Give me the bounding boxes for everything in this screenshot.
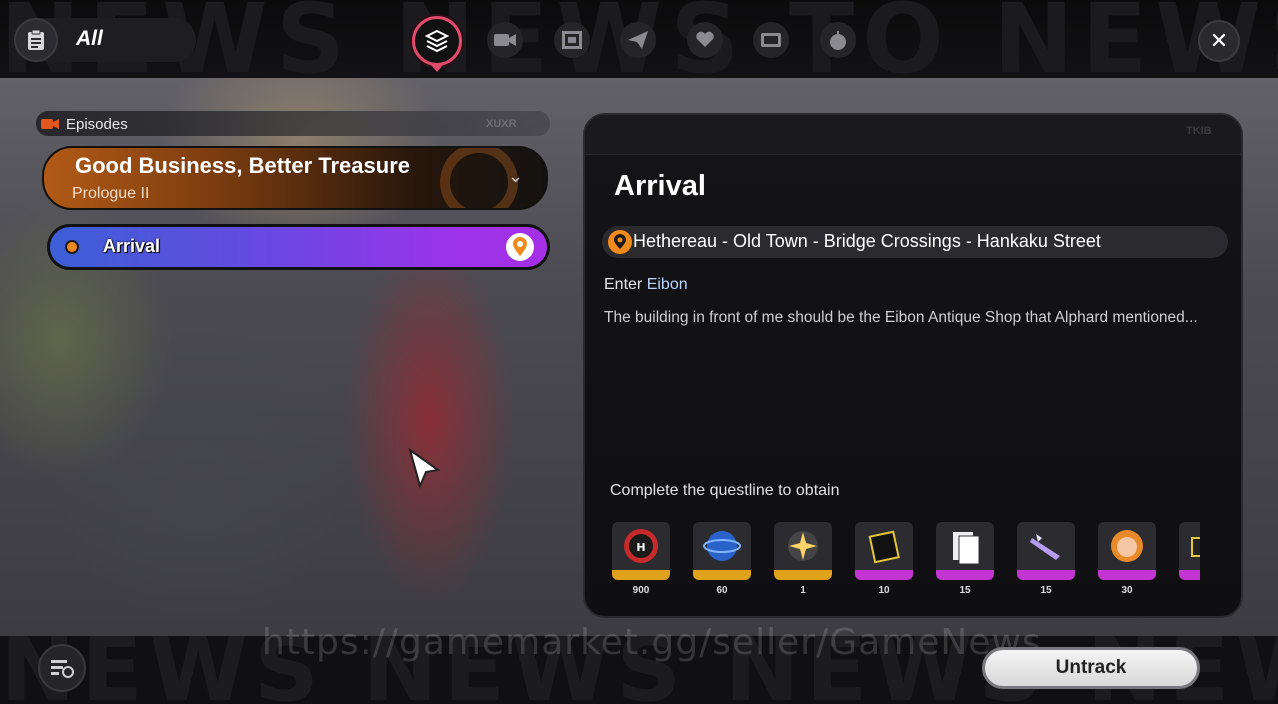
reward-item[interactable] [1179, 522, 1200, 580]
episode-subtitle: Prologue II [72, 185, 150, 202]
quest-objective: Enter Eibon [604, 276, 688, 294]
hunter-medal-icon: H [612, 522, 670, 570]
reward-item[interactable] [855, 522, 913, 580]
detail-logo: TKIB [1186, 125, 1212, 137]
episodes-label: Episodes [66, 116, 128, 133]
tv-icon[interactable] [753, 22, 789, 58]
pig-badge-icon [1098, 522, 1156, 570]
reward-count: 6 [1179, 585, 1200, 596]
objective-prefix: Enter [604, 276, 643, 293]
tracked-quest-icon[interactable] [38, 644, 86, 692]
close-button[interactable]: ✕ [1198, 20, 1240, 62]
watermark: https://gamemarket.gg/seller/GameNews [262, 622, 1042, 663]
reward-count: 1 [800, 585, 806, 596]
quest-status-dot [65, 240, 79, 254]
filter-label: All [76, 27, 103, 50]
episode-title: Good Business, Better Treasure [75, 153, 410, 178]
apple-icon[interactable] [820, 22, 856, 58]
reward-count: 60 [716, 585, 728, 596]
location-pin-icon [608, 230, 632, 254]
map-pin-icon[interactable] [506, 233, 534, 261]
film-icon[interactable] [554, 22, 590, 58]
rewards-list: H 900 60 1 10 15 15 30 [600, 515, 1200, 605]
clipboard-icon[interactable] [14, 18, 58, 62]
episodes-logo: XUXR [486, 118, 517, 130]
reward-item[interactable] [774, 522, 832, 580]
video-camera-icon [40, 116, 60, 137]
quest-title: Arrival [614, 170, 706, 202]
spark-burst-icon [774, 522, 832, 570]
close-icon: ✕ [1209, 28, 1229, 53]
untrack-button[interactable]: Untrack [982, 647, 1200, 689]
reward-item[interactable]: H [612, 522, 670, 580]
reward-item[interactable] [1098, 522, 1156, 580]
chevron-down-icon[interactable]: ⌄ [508, 166, 523, 187]
mouse-cursor-icon [406, 447, 442, 495]
partial-reward-icon [1179, 522, 1200, 570]
reward-count: 30 [1121, 585, 1133, 596]
quest-label: Arrival [103, 236, 161, 256]
objective-target: Eibon [646, 276, 688, 293]
reward-item[interactable] [1017, 522, 1075, 580]
blue-orb-icon [693, 522, 751, 570]
reward-count: 10 [878, 585, 890, 596]
paper-plane-icon[interactable] [620, 22, 656, 58]
tarot-card-icon [855, 522, 913, 570]
reward-item[interactable] [936, 522, 994, 580]
crystal-shard-icon [1017, 522, 1075, 570]
layers-icon[interactable] [412, 16, 462, 66]
quest-description: The building in front of me should be th… [604, 309, 1198, 326]
reward-count: 900 [632, 585, 650, 596]
detail-header-strip [585, 115, 1241, 155]
video-camera-icon[interactable] [487, 22, 523, 58]
reward-count: 15 [1040, 585, 1052, 596]
reward-count: 15 [959, 585, 971, 596]
location-text: Hethereau - Old Town - Bridge Crossings … [633, 231, 1101, 251]
card-deck-icon [936, 522, 994, 570]
svg-text:H: H [636, 541, 645, 554]
heart-hands-icon[interactable] [687, 22, 723, 58]
rewards-heading: Complete the questline to obtain [610, 482, 840, 499]
reward-item[interactable] [693, 522, 751, 580]
